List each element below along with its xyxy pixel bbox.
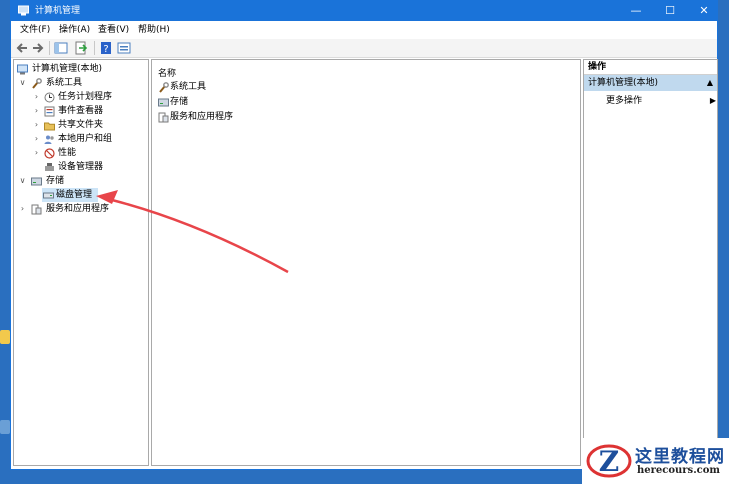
expand-chevron-icon[interactable]: › (32, 118, 41, 132)
tree-item-label: 磁盘管理 (56, 190, 93, 200)
expand-chevron-icon[interactable]: › (32, 90, 41, 104)
desktop-shortcut-icon[interactable] (0, 420, 10, 434)
tree-item-label: 设备管理器 (58, 162, 104, 172)
help-icon[interactable]: ? (99, 41, 113, 55)
tree-item-task-scheduler[interactable]: › 任务计划程序 (16, 90, 146, 104)
tree-item-device-manager[interactable]: 设备管理器 (16, 160, 146, 174)
collapse-chevron-icon[interactable]: ∨ (18, 76, 27, 90)
tree-item-label: 共享文件夹 (58, 120, 104, 130)
svg-text:Z: Z (599, 445, 619, 478)
system-tools-icon (32, 78, 42, 89)
tree-item-label: 事件查看器 (58, 106, 104, 116)
storage-icon (31, 177, 42, 186)
maximize-button[interactable]: ☐ (653, 1, 687, 21)
users-groups-icon (44, 135, 54, 144)
watermark-logo: Z (586, 444, 632, 478)
submenu-arrow-icon: ▶ (709, 96, 716, 105)
expand-chevron-icon[interactable]: › (32, 132, 41, 146)
toolbar: ? (11, 39, 717, 58)
watermark-title: 这里教程网 (635, 447, 725, 467)
back-arrow-icon[interactable] (15, 41, 29, 55)
tree-item-performance[interactable]: › 性能 (16, 146, 146, 160)
show-hide-tree-icon[interactable] (54, 41, 68, 55)
close-button[interactable]: ✕ (687, 1, 721, 21)
tree-item-system-tools[interactable]: ∨ 系统工具 (16, 76, 136, 90)
content-list-pane: 名称 系统工具 存储 服务和应用程序 (151, 59, 581, 466)
tree-item-disk-management[interactable]: 磁盘管理 (42, 188, 98, 202)
computer-management-window: 计算机管理 — ☐ ✕ 文件(F) 操作(A) 查看(V) 帮助(H) ? 计算… (10, 0, 718, 470)
menu-file[interactable]: 文件(F) (20, 25, 50, 36)
toolbar-separator (49, 41, 50, 55)
tree-item-storage[interactable]: ∨ 存储 (16, 174, 136, 188)
storage-icon (158, 98, 169, 107)
actions-pane-title: 操作 (584, 60, 717, 75)
system-tools-icon (159, 82, 169, 93)
watermark-url: herecours.com (637, 465, 721, 476)
more-actions-label: 更多操作 (606, 96, 643, 106)
menu-bar: 文件(F) 操作(A) 查看(V) 帮助(H) (11, 21, 717, 39)
tree-item-label: 服务和应用程序 (46, 204, 110, 214)
computer-management-icon (17, 64, 28, 75)
menu-action[interactable]: 操作(A) (59, 25, 90, 36)
site-watermark: Z 这里教程网 herecours.com (582, 438, 729, 484)
event-viewer-icon (44, 106, 55, 117)
list-item-label: 服务和应用程序 (170, 112, 234, 122)
tree-item-shared-folders[interactable]: › 共享文件夹 (16, 118, 146, 132)
tree-item-label: 本地用户和组 (58, 134, 113, 144)
expand-chevron-icon[interactable]: › (32, 104, 41, 118)
tree-item-label: 任务计划程序 (58, 92, 113, 102)
forward-arrow-icon[interactable] (31, 41, 45, 55)
tree-item-label: 系统工具 (46, 78, 83, 88)
actions-pane: 操作 计算机管理(本地) ▲ 更多操作 ▶ (583, 59, 718, 466)
list-item-label: 存储 (170, 97, 189, 107)
task-scheduler-icon (44, 92, 55, 103)
list-item-label: 系统工具 (170, 82, 207, 92)
device-manager-icon (45, 163, 54, 171)
window-title: 计算机管理 (35, 6, 81, 16)
export-list-icon[interactable] (74, 41, 88, 55)
tree-item-label: 性能 (58, 148, 77, 158)
services-apps-icon (31, 204, 42, 215)
title-bar[interactable]: 计算机管理 — ☐ ✕ (11, 1, 717, 21)
computer-management-app-icon (18, 5, 29, 16)
menu-help[interactable]: 帮助(H) (138, 25, 170, 36)
actions-group-label: 计算机管理(本地) (588, 78, 659, 88)
tree-item-label: 存储 (46, 176, 65, 186)
collapse-up-arrow-icon[interactable]: ▲ (707, 75, 713, 91)
properties-icon[interactable] (117, 41, 131, 55)
disk-management-icon (43, 192, 54, 199)
collapse-chevron-icon[interactable]: ∨ (18, 174, 27, 188)
tree-item-services-applications[interactable]: › 服务和应用程序 (16, 202, 146, 216)
tree-item-computer-management[interactable]: 计算机管理(本地) (16, 62, 106, 76)
desktop-shortcut-icon[interactable] (0, 330, 10, 344)
menu-view[interactable]: 查看(V) (98, 25, 129, 36)
shared-folders-icon (44, 122, 55, 131)
minimize-button[interactable]: — (619, 1, 653, 21)
expand-chevron-icon[interactable]: › (32, 146, 41, 160)
tree-item-local-users-groups[interactable]: › 本地用户和组 (16, 132, 146, 146)
tree-item-event-viewer[interactable]: › 事件查看器 (16, 104, 146, 118)
performance-icon (44, 148, 55, 159)
services-apps-icon (158, 112, 169, 123)
toolbar-separator (94, 41, 95, 55)
svg-text:?: ? (103, 44, 108, 55)
tree-item-label: 计算机管理(本地) (32, 64, 103, 74)
navigation-tree-pane: 计算机管理(本地) ∨ 系统工具 › 任务计划程序 › 事件查看器 › 共享文件… (13, 59, 149, 466)
column-header-name[interactable]: 名称 (158, 66, 176, 79)
expand-chevron-icon[interactable]: › (18, 202, 27, 216)
actions-group-header[interactable]: 计算机管理(本地) ▲ (584, 75, 717, 91)
more-actions-item[interactable]: 更多操作 ▶ (606, 94, 716, 108)
